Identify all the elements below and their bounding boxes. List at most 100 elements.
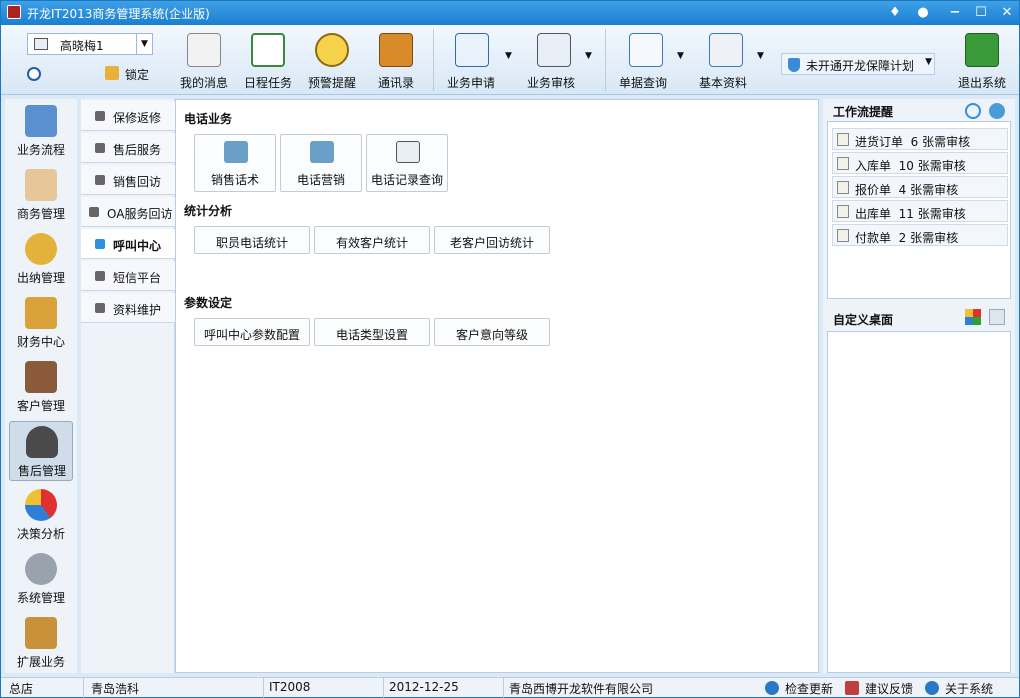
tool-label: 业务申请 — [446, 76, 495, 90]
protection-plan-select[interactable]: 未开通开龙保障计划 ▼ — [781, 53, 935, 75]
sales-script-button[interactable]: 销售话术 — [194, 134, 276, 192]
document-key-icon — [837, 133, 849, 146]
staff-call-stats-button[interactable]: 职员电话统计 — [194, 226, 310, 254]
shield-icon — [788, 58, 800, 72]
tool-label: 预警提醒 — [307, 76, 356, 90]
workflow-item[interactable]: 付款单 2 张需审核 — [832, 224, 1008, 246]
subnav-item-oa-followup[interactable]: OA服务回访 — [81, 197, 175, 227]
save-icon[interactable] — [989, 309, 1005, 325]
notebook-search-icon — [709, 33, 743, 67]
exit-button[interactable]: 退出系统 — [951, 31, 1013, 91]
business-review-button[interactable]: ▼ 业务审核 — [523, 31, 597, 91]
subnav-label: 资料维护 — [113, 303, 162, 317]
nav-label: 客户管理 — [16, 399, 65, 413]
nav-label: 商务管理 — [16, 207, 65, 221]
status-bar: 总店 青岛浩科 IT2008 2012-12-25 青岛西博开龙软件有限公司 检… — [1, 677, 1019, 698]
widgets-icon[interactable] — [965, 309, 981, 325]
nav-label: 业务流程 — [16, 143, 65, 157]
nav-label: 财务中心 — [16, 335, 65, 349]
minimize-button[interactable]: − — [945, 3, 965, 23]
subnav-item-warranty[interactable]: 保修返修 — [81, 101, 175, 131]
nav-item-extensions[interactable]: 扩展业务 — [9, 613, 73, 673]
workflow-item[interactable]: 入库单 10 张需审核 — [832, 152, 1008, 174]
feedback-link[interactable]: 建议反馈 — [865, 680, 913, 697]
tool-label: 单据查询 — [618, 76, 667, 90]
business-apply-button[interactable]: ▼ 业务申请 — [443, 31, 513, 91]
call-center-config-button[interactable]: 呼叫中心参数配置 — [194, 318, 310, 346]
subnav-item-sms[interactable]: 短信平台 — [81, 261, 175, 291]
maximize-button[interactable]: ☐ — [971, 3, 991, 23]
workflow-item[interactable]: 报价单 4 张需审核 — [832, 176, 1008, 198]
nav-item-finance[interactable]: 财务中心 — [9, 293, 73, 353]
chevron-down-icon[interactable]: ▼ — [925, 57, 932, 67]
headset-icon — [26, 426, 58, 458]
subnav-item-sales-followup[interactable]: 销售回访 — [81, 165, 175, 195]
bullet-icon — [89, 207, 99, 217]
workflow-item[interactable]: 出库单 11 张需审核 — [832, 200, 1008, 222]
close-button[interactable]: ✕ — [997, 3, 1017, 23]
section-title-phone: 电话业务 — [184, 112, 233, 126]
call-record-query-button[interactable]: 电话记录查询 — [366, 134, 448, 192]
chevron-down-icon[interactable]: ▼ — [757, 51, 764, 61]
document-query-button[interactable]: ▼ 单据查询 — [615, 31, 689, 91]
about-link[interactable]: 关于系统 — [945, 680, 993, 697]
title-bar: 开龙IT2013商务管理系统(企业版) ♦ ● − ☐ ✕ — [1, 1, 1019, 25]
address-book-icon — [379, 33, 413, 67]
workflow-item-label: 出库单 11 张需审核 — [855, 207, 966, 221]
chevron-down-icon[interactable]: ▼ — [585, 51, 592, 61]
subnav-label: 保修返修 — [113, 111, 162, 125]
status-vendor: 青岛西博开龙软件有限公司 — [509, 682, 654, 696]
subnav-item-call-center[interactable]: 呼叫中心 — [81, 229, 175, 259]
button-label: 销售话术 — [210, 173, 259, 187]
document-key-icon — [837, 205, 849, 218]
subnav-item-data-maintenance[interactable]: 资料维护 — [81, 293, 175, 323]
chevron-down-icon[interactable]: ▼ — [136, 34, 152, 54]
nav-label: 系统管理 — [16, 591, 65, 605]
check-update-link[interactable]: 检查更新 — [785, 680, 833, 697]
address-book-button[interactable]: 通讯录 — [369, 31, 423, 91]
clock-icon[interactable] — [27, 67, 41, 81]
nav-item-system[interactable]: 系统管理 — [9, 549, 73, 609]
nav-item-business-flow[interactable]: 业务流程 — [9, 101, 73, 161]
skin-icon[interactable]: ♦ — [885, 3, 905, 23]
tools-add-icon — [224, 141, 248, 163]
app-window: 开龙IT2013商务管理系统(企业版) ♦ ● − ☐ ✕ 高晓梅1 ▼ 锁定 … — [0, 0, 1020, 698]
chat-icon[interactable]: ● — [913, 3, 933, 23]
workflow-item-label: 付款单 2 张需审核 — [855, 231, 959, 245]
settings-icon[interactable] — [989, 103, 1005, 119]
nav-label: 出纳管理 — [16, 271, 65, 285]
basic-data-button[interactable]: ▼ 基本资料 — [695, 31, 769, 91]
chevron-down-icon[interactable]: ▼ — [677, 51, 684, 61]
exit-door-icon — [965, 33, 999, 67]
toolbar-separator — [433, 29, 434, 91]
section-divider — [248, 302, 812, 303]
tool-label: 我的消息 — [179, 76, 228, 90]
nav-item-cashier[interactable]: 出纳管理 — [9, 229, 73, 289]
customer-intent-level-button[interactable]: 客户意向等级 — [434, 318, 550, 346]
document-search-icon — [629, 33, 663, 67]
old-customer-followup-stats-button[interactable]: 老客户回访统计 — [434, 226, 550, 254]
nav-item-customers[interactable]: 客户管理 — [9, 357, 73, 417]
toolbar-separator — [605, 29, 606, 91]
phone-marketing-button[interactable]: 电话营销 — [280, 134, 362, 192]
nav-item-decision-analysis[interactable]: 决策分析 — [9, 485, 73, 545]
section-divider — [248, 118, 812, 119]
alerts-button[interactable]: 预警提醒 — [305, 31, 359, 91]
chevron-down-icon[interactable]: ▼ — [505, 51, 512, 61]
phone-type-settings-button[interactable]: 电话类型设置 — [314, 318, 430, 346]
lock-icon — [105, 66, 119, 80]
user-select[interactable]: 高晓梅1 ▼ — [27, 33, 153, 55]
nav-item-business-management[interactable]: 商务管理 — [9, 165, 73, 225]
subnav-item-after-sales-service[interactable]: 售后服务 — [81, 133, 175, 163]
schedule-tasks-button[interactable]: 日程任务 — [241, 31, 295, 91]
status-date: 2012-12-25 — [389, 680, 459, 694]
workflow-item[interactable]: 进货订单 6 张需审核 — [832, 128, 1008, 150]
button-label: 有效客户统计 — [335, 236, 408, 250]
my-messages-button[interactable]: 我的消息 — [177, 31, 231, 91]
valid-customer-stats-button[interactable]: 有效客户统计 — [314, 226, 430, 254]
plan-label: 未开通开龙保障计划 — [806, 59, 915, 73]
section-title-stats: 统计分析 — [184, 204, 233, 218]
nav-item-after-sales[interactable]: 售后管理 — [9, 421, 73, 481]
tool-label: 退出系统 — [957, 76, 1006, 90]
refresh-icon[interactable] — [965, 103, 981, 119]
